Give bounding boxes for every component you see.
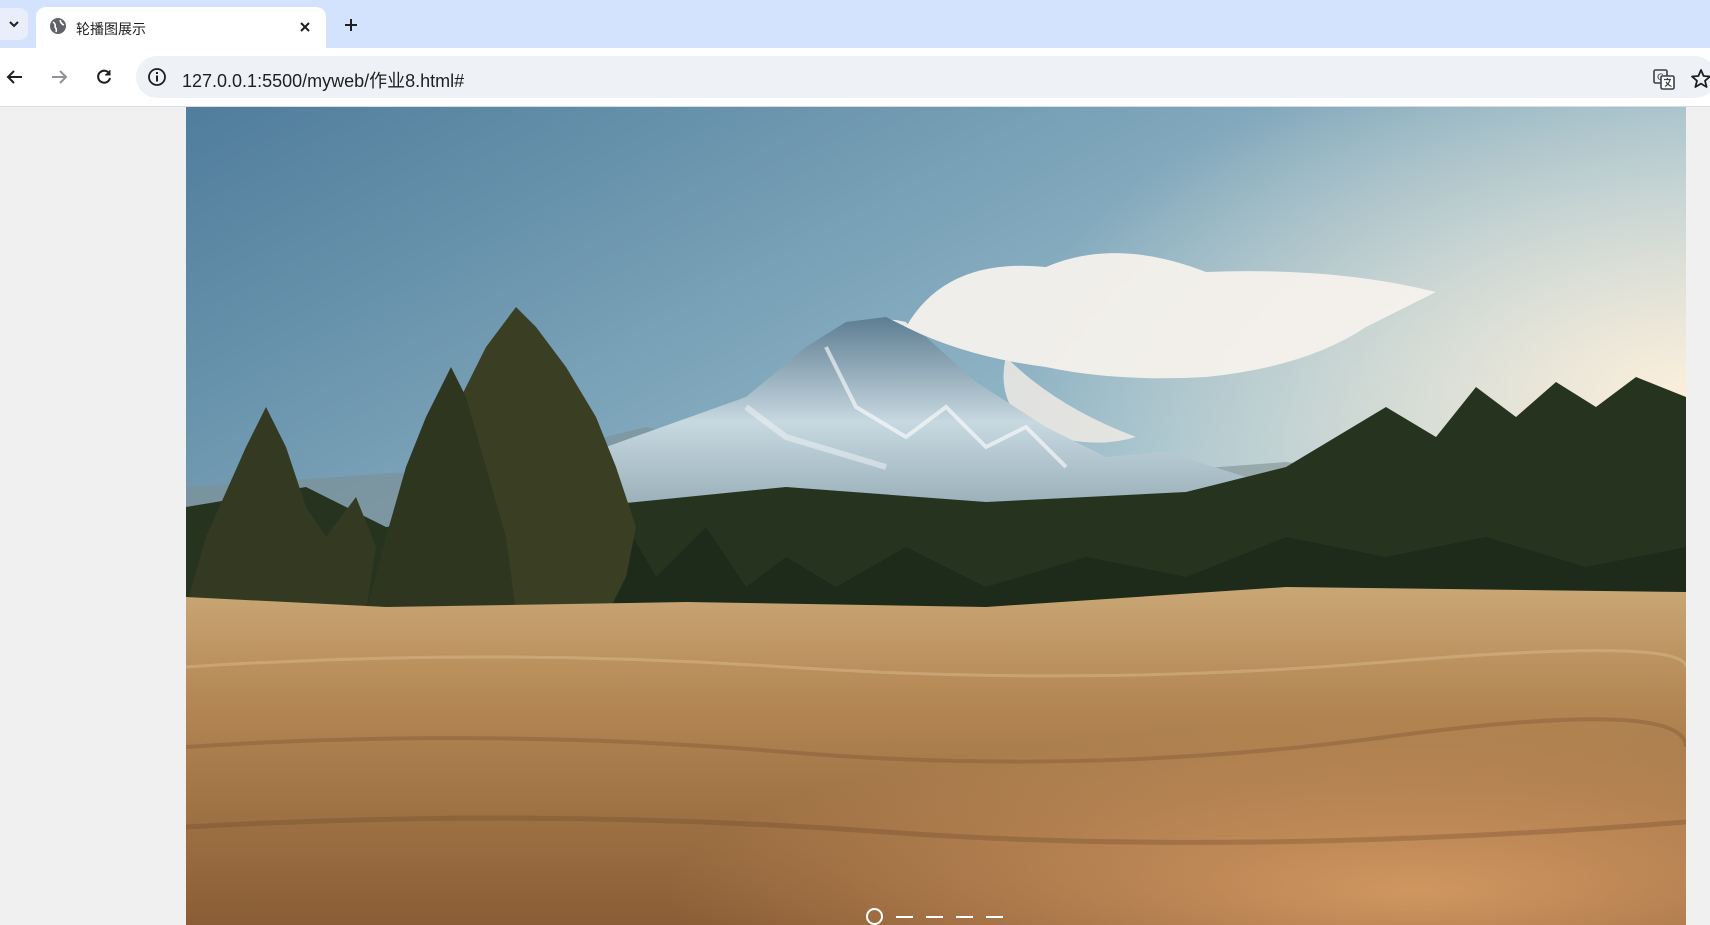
star-icon[interactable] — [1690, 67, 1710, 91]
info-icon[interactable] — [146, 66, 168, 88]
carousel-indicator-3[interactable] — [926, 916, 943, 918]
carousel-indicator-2[interactable] — [896, 916, 913, 918]
browser-toolbar: 127.0.0.1:5500/myweb/作业8.html# — [0, 48, 1710, 107]
page-viewport — [0, 107, 1710, 925]
forward-button[interactable] — [44, 62, 74, 92]
arrow-right-icon — [52, 70, 68, 84]
translate-icon[interactable]: G — [1652, 67, 1676, 91]
plus-icon — [345, 19, 357, 31]
carousel[interactable] — [186, 107, 1686, 925]
reload-button[interactable] — [89, 62, 119, 92]
carousel-indicator-5[interactable] — [986, 916, 1003, 918]
tab-title: 轮播图展示 — [76, 21, 146, 37]
carousel-slide-image — [186, 107, 1686, 925]
url-text[interactable]: 127.0.0.1:5500/myweb/作业8.html# — [182, 67, 464, 93]
carousel-indicator-1-active[interactable] — [866, 908, 883, 925]
tab-search-button[interactable] — [0, 8, 28, 40]
back-button[interactable] — [0, 62, 30, 92]
arrow-left-icon — [6, 70, 22, 84]
close-icon — [300, 22, 310, 32]
new-tab-button[interactable] — [336, 10, 366, 40]
address-bar[interactable]: 127.0.0.1:5500/myweb/作业8.html# — [136, 56, 1710, 98]
globe-icon — [50, 18, 66, 34]
reload-icon — [97, 69, 111, 84]
tab-strip: 轮播图展示 — [0, 0, 1710, 48]
carousel-indicator-4[interactable] — [956, 916, 973, 918]
carousel-indicators — [866, 907, 1066, 925]
chevron-down-icon — [9, 21, 19, 28]
tab-close-button[interactable] — [294, 16, 316, 38]
tab-active[interactable]: 轮播图展示 — [36, 7, 326, 48]
